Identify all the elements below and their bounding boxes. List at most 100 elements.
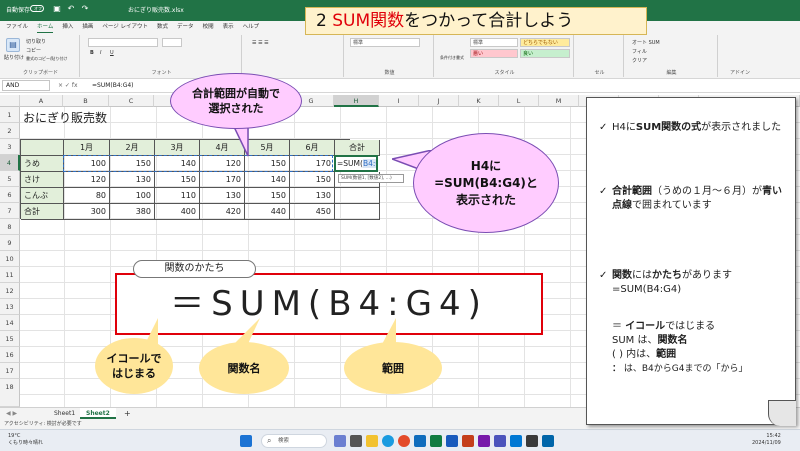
photos-icon[interactable]	[510, 435, 522, 447]
format-painter-button[interactable]: 書式のコピー/貼り付け	[26, 56, 67, 62]
col-header-k[interactable]: K	[459, 95, 499, 107]
powerpoint-icon[interactable]	[462, 435, 474, 447]
formula-icons[interactable]: × ✓ fx	[58, 79, 78, 92]
font-name-select[interactable]	[88, 38, 158, 47]
outlook-icon[interactable]	[414, 435, 426, 447]
col-header-i[interactable]: I	[379, 95, 419, 107]
row-header-1[interactable]: 1	[0, 107, 20, 123]
underline-icon[interactable]: U	[110, 50, 114, 56]
tab-review[interactable]: 校閲	[203, 21, 214, 33]
excel-icon[interactable]	[430, 435, 442, 447]
table-header-cell[interactable]: 合計	[335, 140, 380, 156]
sheet-tab-sheet2[interactable]: Sheet2	[80, 408, 116, 419]
sheet-tab-sheet1[interactable]: Sheet1	[48, 408, 81, 419]
row-header-17[interactable]: 17	[0, 363, 20, 379]
row-header-18[interactable]: 18	[0, 379, 20, 407]
style-normal[interactable]: 標準	[470, 38, 518, 47]
copilot-icon[interactable]	[334, 435, 346, 447]
active-cell-h4[interactable]: =SUM(B4:G4	[334, 155, 378, 172]
row-header-4[interactable]: 4	[0, 155, 20, 171]
tab-insert[interactable]: 挿入	[62, 21, 73, 33]
col-header-m[interactable]: M	[539, 95, 579, 107]
table-cell[interactable]: 150	[245, 188, 290, 204]
row-header-9[interactable]: 9	[0, 235, 20, 251]
teams-icon[interactable]	[494, 435, 506, 447]
sheet-nav-icon[interactable]: ◀ ▶	[6, 408, 17, 419]
chrome-icon[interactable]	[398, 435, 410, 447]
explorer-icon[interactable]	[366, 435, 378, 447]
clear-button[interactable]: クリア	[632, 57, 647, 64]
row-header-15[interactable]: 15	[0, 331, 20, 347]
tab-data[interactable]: データ	[177, 21, 194, 33]
task-view-icon[interactable]	[350, 435, 362, 447]
font-size-select[interactable]	[162, 38, 182, 47]
table-cell[interactable]: 130	[290, 188, 335, 204]
table-cell[interactable]: 100	[110, 188, 155, 204]
terminal-icon[interactable]	[526, 435, 538, 447]
tab-page-layout[interactable]: ページ レイアウト	[102, 21, 148, 33]
row-header-14[interactable]: 14	[0, 315, 20, 331]
col-header-h[interactable]: H	[334, 95, 379, 107]
row-header-2[interactable]: 2	[0, 123, 20, 139]
number-format-select[interactable]: 標準	[350, 38, 420, 47]
taskbar-clock[interactable]: 15:42 2024/11/09	[752, 433, 781, 447]
table-row-label[interactable]: さけ	[21, 172, 64, 188]
col-header-a[interactable]: A	[20, 95, 63, 107]
tab-help[interactable]: ヘルプ	[243, 21, 260, 33]
table-cell[interactable]: 300	[64, 204, 110, 220]
tab-view[interactable]: 表示	[223, 21, 234, 33]
row-header-3[interactable]: 3	[0, 139, 20, 155]
table-row-label[interactable]: こんぶ	[21, 188, 64, 204]
sheet-title-cell[interactable]: おにぎり販売数	[23, 109, 107, 126]
table-cell[interactable]: 170	[200, 172, 245, 188]
name-box[interactable]: AND	[2, 80, 50, 91]
align-icon[interactable]: ☰ ☰ ☰	[252, 40, 269, 46]
italic-icon[interactable]: I	[100, 50, 101, 56]
table-cell[interactable]: 140	[245, 172, 290, 188]
row-header-13[interactable]: 13	[0, 299, 20, 315]
table-total-cell[interactable]	[335, 204, 380, 220]
table-cell[interactable]: 150	[155, 172, 200, 188]
copy-button[interactable]: コピー	[26, 47, 41, 54]
tab-formulas[interactable]: 数式	[157, 21, 168, 33]
conditional-format-button[interactable]: 条件付き書式	[440, 55, 464, 61]
autosum-button[interactable]: オート SUM	[632, 39, 660, 46]
style-neutral[interactable]: どちらでもない	[520, 38, 570, 47]
col-header-l[interactable]: L	[499, 95, 539, 107]
fill-button[interactable]: フィル	[632, 48, 647, 55]
table-cell[interactable]: 420	[200, 204, 245, 220]
undo-icon[interactable]: ↶	[66, 4, 76, 14]
bold-icon[interactable]: B	[90, 50, 94, 56]
table-header-blank[interactable]	[21, 140, 64, 156]
table-cell[interactable]: 120	[64, 172, 110, 188]
col-header-b[interactable]: B	[63, 95, 109, 107]
word-icon[interactable]	[446, 435, 458, 447]
row-header-11[interactable]: 11	[0, 267, 20, 283]
edge-icon[interactable]	[382, 435, 394, 447]
formula-input[interactable]: =SUM(B4:G4)	[92, 79, 134, 92]
vscode-icon[interactable]	[542, 435, 554, 447]
row-header-10[interactable]: 10	[0, 251, 20, 267]
table-cell[interactable]: 400	[155, 204, 200, 220]
table-cell[interactable]: 450	[290, 204, 335, 220]
save-icon[interactable]: ▣	[52, 4, 62, 14]
paste-icon[interactable]: ▤	[6, 38, 20, 52]
tab-home[interactable]: ホーム	[37, 21, 54, 33]
weather-widget[interactable]: 19°C くもり時々晴れ	[8, 433, 43, 447]
tab-file[interactable]: ファイル	[6, 21, 28, 33]
autosave-toggle[interactable]: オフ	[30, 5, 44, 12]
style-bad[interactable]: 悪い	[470, 49, 518, 58]
col-header-j[interactable]: J	[419, 95, 459, 107]
table-row-label[interactable]: うめ	[21, 156, 64, 172]
table-total-cell[interactable]	[335, 188, 380, 204]
table-cell[interactable]: 150	[290, 172, 335, 188]
table-cell[interactable]: 380	[110, 204, 155, 220]
table-cell[interactable]: 130	[110, 172, 155, 188]
col-header-c[interactable]: C	[109, 95, 154, 107]
style-good[interactable]: 良い	[520, 49, 570, 58]
add-sheet-button[interactable]: +	[118, 408, 137, 419]
table-cell[interactable]: 440	[245, 204, 290, 220]
row-header-16[interactable]: 16	[0, 347, 20, 363]
table-cell[interactable]: 80	[64, 188, 110, 204]
table-header-cell[interactable]: 2月	[110, 140, 155, 156]
